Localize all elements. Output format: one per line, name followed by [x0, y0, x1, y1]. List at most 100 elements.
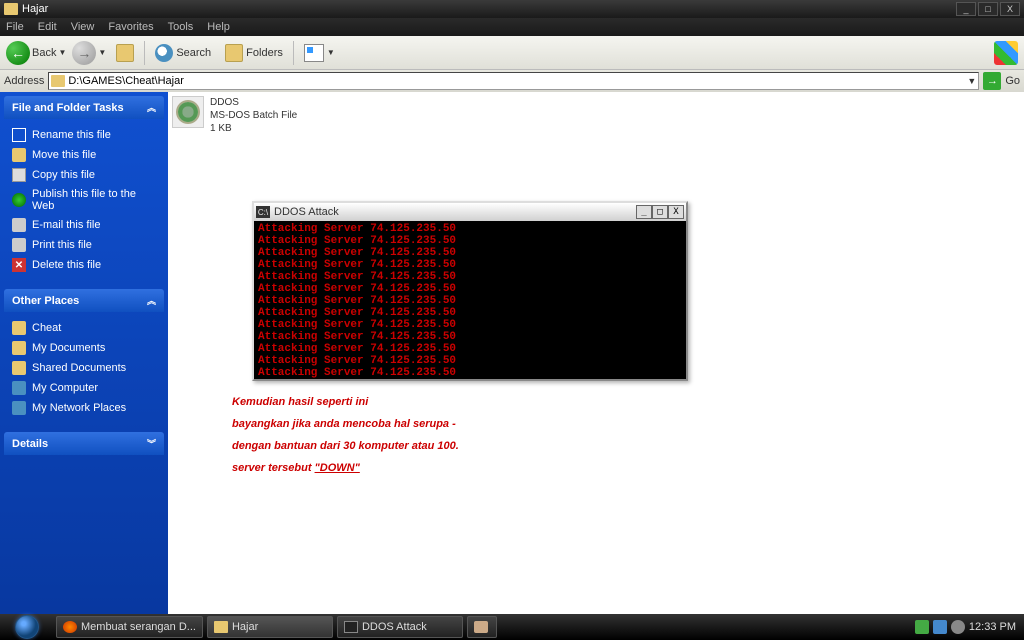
delete-icon: ✕ [12, 258, 26, 272]
sidebar-item[interactable]: ✕Delete this file [8, 255, 160, 275]
tray-icon[interactable] [915, 620, 929, 634]
file-item-ddos[interactable]: DDOS MS-DOS Batch File 1 KB [172, 96, 297, 135]
chevron-down-icon: ︾ [147, 437, 156, 450]
console-maximize-button[interactable]: □ [652, 205, 668, 219]
minimize-button[interactable]: _ [956, 2, 976, 16]
sidebar-item-label: Move this file [32, 149, 96, 161]
sidebar-item-label: My Network Places [32, 402, 126, 414]
menu-help[interactable]: Help [207, 21, 230, 33]
view-button[interactable]: ▼ [300, 41, 339, 65]
address-dropdown-icon[interactable]: ▼ [967, 76, 976, 86]
chevron-down-icon[interactable]: ▼ [327, 48, 335, 57]
taskbar-button[interactable] [467, 616, 497, 638]
sidebar-item-label: My Documents [32, 342, 105, 354]
menu-edit[interactable]: Edit [38, 21, 57, 33]
sidebar-item-label: Rename this file [32, 129, 111, 141]
sidebar-item[interactable]: Copy this file [8, 165, 160, 185]
sidebar-item[interactable]: Cheat [8, 318, 160, 338]
menu-view[interactable]: View [71, 21, 95, 33]
system-tray[interactable]: 12:33 PM [907, 620, 1024, 634]
taskbar-button[interactable]: Membuat serangan D... [56, 616, 203, 638]
start-orb-icon [15, 615, 39, 639]
email-icon [12, 218, 26, 232]
cheat-icon [12, 321, 26, 335]
panel-header-details[interactable]: Details ︾ [4, 432, 164, 455]
separator [144, 41, 145, 65]
sidebar-item[interactable]: Rename this file [8, 125, 160, 145]
taskbar-button[interactable]: Hajar [207, 616, 333, 638]
hand-icon [474, 621, 488, 633]
maximize-button[interactable]: □ [978, 2, 998, 16]
sidebar-item[interactable]: My Computer [8, 378, 160, 398]
folder-icon [4, 3, 18, 15]
back-icon: ← [6, 41, 30, 65]
panel-header-other-places[interactable]: Other Places ︽ [4, 289, 164, 312]
taskbar-button[interactable]: DDOS Attack [337, 616, 463, 638]
toolbar: ← Back ▼ → ▼ Search Folders ▼ [0, 36, 1024, 70]
chevron-up-icon: ︽ [147, 294, 156, 307]
back-button[interactable]: ← Back ▼ [6, 41, 66, 65]
search-button[interactable]: Search [151, 41, 215, 65]
titlebar[interactable]: Hajar _ □ X [0, 0, 1024, 18]
console-line: Attacking Server 74.125.235.50 [258, 283, 682, 295]
chevron-down-icon[interactable]: ▼ [98, 48, 106, 57]
address-bar: Address ▼ → Go [0, 70, 1024, 92]
console-line: Attacking Server 74.125.235.50 [258, 271, 682, 283]
console-line: Attacking Server 74.125.235.50 [258, 367, 682, 379]
sidebar-item[interactable]: Print this file [8, 235, 160, 255]
move-icon [12, 148, 26, 162]
sidebar-item[interactable]: Publish this file to the Web [8, 185, 160, 215]
console-line: Attacking Server 74.125.235.50 [258, 331, 682, 343]
tray-icon[interactable] [951, 620, 965, 634]
console-close-button[interactable]: X [668, 205, 684, 219]
sidebar-item[interactable]: E-mail this file [8, 215, 160, 235]
menu-favorites[interactable]: Favorites [108, 21, 153, 33]
go-label: Go [1005, 75, 1020, 87]
sidebar-item[interactable]: Shared Documents [8, 358, 160, 378]
panel-details: Details ︾ [4, 432, 164, 455]
up-button[interactable] [112, 41, 138, 65]
console-minimize-button[interactable]: _ [636, 205, 652, 219]
fox-icon [63, 621, 77, 633]
sidebar-item-label: Cheat [32, 322, 61, 334]
console-output: Attacking Server 74.125.235.50Attacking … [254, 221, 686, 379]
menu-tools[interactable]: Tools [168, 21, 194, 33]
console-line: Attacking Server 74.125.235.50 [258, 355, 682, 367]
menu-file[interactable]: File [6, 21, 24, 33]
start-button[interactable] [0, 614, 54, 640]
clock[interactable]: 12:33 PM [969, 621, 1016, 633]
address-label: Address [4, 75, 44, 87]
sidebar-item[interactable]: My Documents [8, 338, 160, 358]
caption-text: Kemudian hasil seperti ini bayangkan jik… [232, 396, 459, 484]
comp-icon [12, 381, 26, 395]
console-titlebar[interactable]: C:\ DDOS Attack _ □ X [254, 203, 686, 221]
taskbar: Membuat serangan D...HajarDDOS Attack 12… [0, 614, 1024, 640]
sidebar-item[interactable]: Move this file [8, 145, 160, 165]
console-line: Attacking Server 74.125.235.50 [258, 223, 682, 235]
separator [293, 41, 294, 65]
windows-logo-icon [994, 41, 1018, 65]
console-line: Attacking Server 74.125.235.50 [258, 307, 682, 319]
sidebar-item[interactable]: My Network Places [8, 398, 160, 418]
console-line: Attacking Server 74.125.235.50 [258, 235, 682, 247]
chevron-down-icon[interactable]: ▼ [58, 48, 66, 57]
console-window[interactable]: C:\ DDOS Attack _ □ X Attacking Server 7… [252, 201, 688, 381]
console-line: Attacking Server 74.125.235.50 [258, 247, 682, 259]
forward-button[interactable]: → ▼ [72, 41, 106, 65]
folder-icon [51, 75, 65, 87]
sidebar: File and Folder Tasks ︽ Rename this file… [0, 92, 168, 614]
go-button[interactable]: → [983, 72, 1001, 90]
panel-header-file-tasks[interactable]: File and Folder Tasks ︽ [4, 96, 164, 119]
address-input[interactable] [68, 75, 967, 87]
content-pane[interactable]: DDOS MS-DOS Batch File 1 KB C:\ DDOS Att… [168, 92, 1024, 614]
close-button[interactable]: X [1000, 2, 1020, 16]
tray-icon[interactable] [933, 620, 947, 634]
cmd-icon: C:\ [256, 206, 270, 218]
fold-icon [214, 621, 228, 633]
menubar: File Edit View Favorites Tools Help [0, 18, 1024, 36]
sidebar-item-label: E-mail this file [32, 219, 100, 231]
address-input-wrapper[interactable]: ▼ [48, 72, 979, 90]
file-size: 1 KB [210, 122, 297, 135]
folders-button[interactable]: Folders [221, 41, 287, 65]
console-line: Attacking Server 74.125.235.50 [258, 295, 682, 307]
